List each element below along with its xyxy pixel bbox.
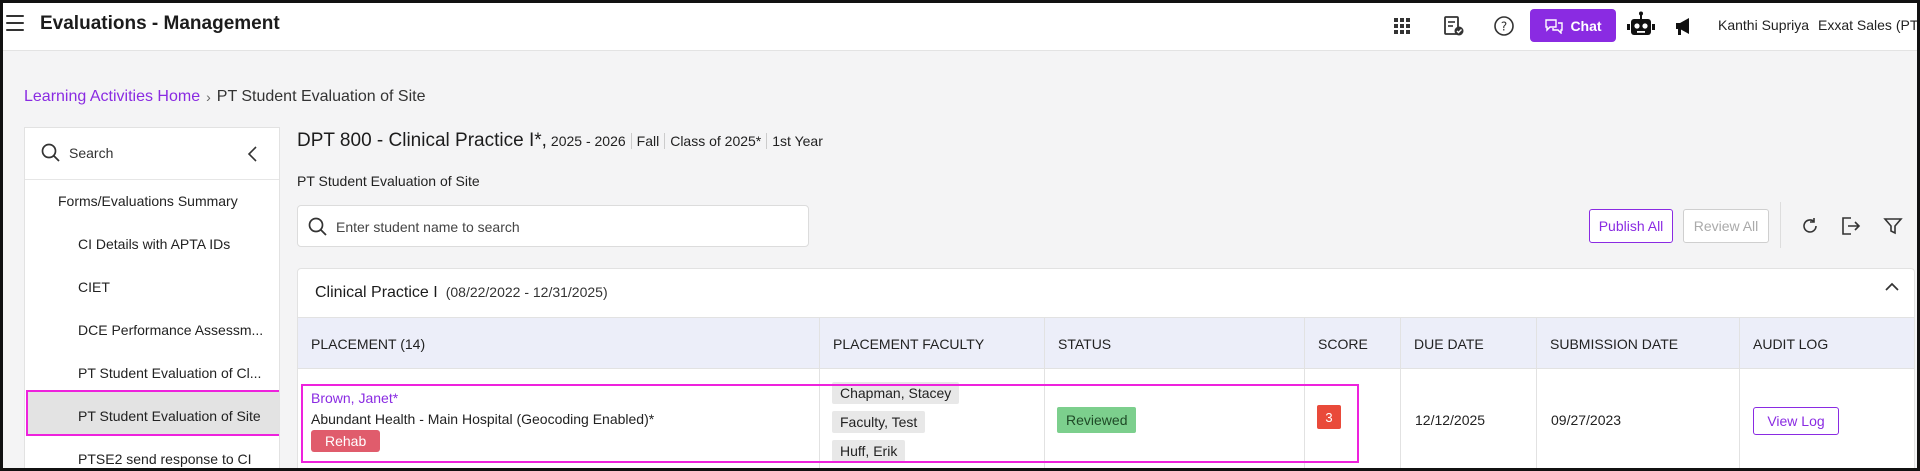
user-name[interactable]: Kanthi Supriya <box>1718 17 1809 33</box>
chat-label: Chat <box>1570 17 1602 34</box>
clinical-practice-section: Clinical Practice I (08/22/2022 - 12/31/… <box>297 268 1915 471</box>
submission-date: 09/27/2023 <box>1551 412 1622 428</box>
student-search-input[interactable]: Enter student name to search <box>297 205 809 247</box>
sidebar: Search Forms/Evaluations Summary CI Deta… <box>24 127 280 471</box>
section-name: Clinical Practice I <box>315 284 438 301</box>
export-icon[interactable] <box>1838 214 1862 238</box>
sidebar-item-forms-summary[interactable]: Forms/Evaluations Summary <box>58 193 268 209</box>
search-icon <box>308 217 327 236</box>
col-submission-date[interactable]: SUBMISSION DATE <box>1537 318 1678 370</box>
robot-icon[interactable] <box>1626 11 1656 39</box>
view-log-button[interactable]: View Log <box>1753 407 1839 435</box>
col-score[interactable]: SCORE <box>1305 318 1368 370</box>
sidebar-item-dce-performance[interactable]: DCE Performance Assessm... <box>78 322 268 338</box>
chevron-right-icon: › <box>206 89 211 105</box>
course-class: Class of 2025* <box>664 133 766 149</box>
checklist-icon[interactable] <box>1441 14 1465 38</box>
sidebar-item-pt-eval-ci[interactable]: PT Student Evaluation of Cl... <box>78 365 268 381</box>
breadcrumb-home-link[interactable]: Learning Activities Home <box>24 88 200 106</box>
chat-button[interactable]: Chat <box>1530 9 1616 42</box>
megaphone-icon[interactable] <box>1672 14 1696 38</box>
column-divider <box>1400 317 1401 470</box>
svg-text:?: ? <box>1501 20 1507 34</box>
sidebar-item-ci-details[interactable]: CI Details with APTA IDs <box>78 236 268 252</box>
course-header: DPT 800 - Clinical Practice I*, 2025 - 2… <box>297 130 828 152</box>
chat-bubble-icon <box>1545 18 1564 34</box>
collapse-chevron-icon[interactable] <box>247 146 259 162</box>
course-term: Fall <box>630 133 665 149</box>
breadcrumb: Learning Activities Home › PT Student Ev… <box>24 88 426 106</box>
col-status[interactable]: STATUS <box>1045 318 1111 370</box>
refresh-icon[interactable] <box>1798 214 1822 238</box>
app-title: Evaluations - Management <box>40 13 280 34</box>
column-divider <box>1536 317 1537 470</box>
course-name: DPT 800 - Clinical Practice I*, <box>297 130 547 151</box>
col-audit-log[interactable]: AUDIT LOG <box>1740 318 1828 370</box>
course-level: 1st Year <box>766 133 828 149</box>
col-placement-faculty[interactable]: PLACEMENT FACULTY <box>820 318 984 370</box>
publish-all-button[interactable]: Publish All <box>1589 209 1673 243</box>
help-icon[interactable]: ? <box>1492 14 1516 38</box>
table-header: PLACEMENT (14) PLACEMENT FACULTY STATUS … <box>298 317 1914 370</box>
apps-grid-icon[interactable] <box>1390 14 1414 38</box>
sidebar-item-ptse2[interactable]: PTSE2 send response to CI <box>78 451 268 467</box>
column-divider <box>1739 317 1740 470</box>
sidebar-search[interactable]: Search <box>25 128 279 180</box>
sidebar-item-pt-eval-site[interactable]: PT Student Evaluation of Site <box>78 408 268 424</box>
toolbar-divider <box>1780 202 1781 248</box>
col-placement[interactable]: PLACEMENT (14) <box>298 318 425 370</box>
review-all-button[interactable]: Review All <box>1683 209 1769 243</box>
col-due-date[interactable]: DUE DATE <box>1401 318 1484 370</box>
search-icon <box>41 143 60 162</box>
section-dates: (08/22/2022 - 12/31/2025) <box>445 284 608 300</box>
course-year: 2025 - 2026 <box>550 133 626 149</box>
breadcrumb-current: PT Student Evaluation of Site <box>216 88 426 105</box>
due-date: 12/12/2025 <box>1415 412 1486 428</box>
row-highlight <box>301 384 1359 463</box>
filter-icon[interactable] <box>1881 214 1905 238</box>
top-header: Evaluations - Management ? Chat Kanthi S… <box>0 0 1920 51</box>
student-search-placeholder: Enter student name to search <box>336 219 520 235</box>
chevron-up-icon[interactable] <box>1884 281 1900 293</box>
org-name[interactable]: Exxat Sales (PT) <box>1818 17 1920 33</box>
page-subtitle: PT Student Evaluation of Site <box>297 173 480 189</box>
sidebar-search-label: Search <box>69 145 114 161</box>
menu-icon[interactable] <box>6 15 24 31</box>
section-header: Clinical Practice I (08/22/2022 - 12/31/… <box>315 284 608 302</box>
sidebar-item-ciet[interactable]: CIET <box>78 279 268 295</box>
